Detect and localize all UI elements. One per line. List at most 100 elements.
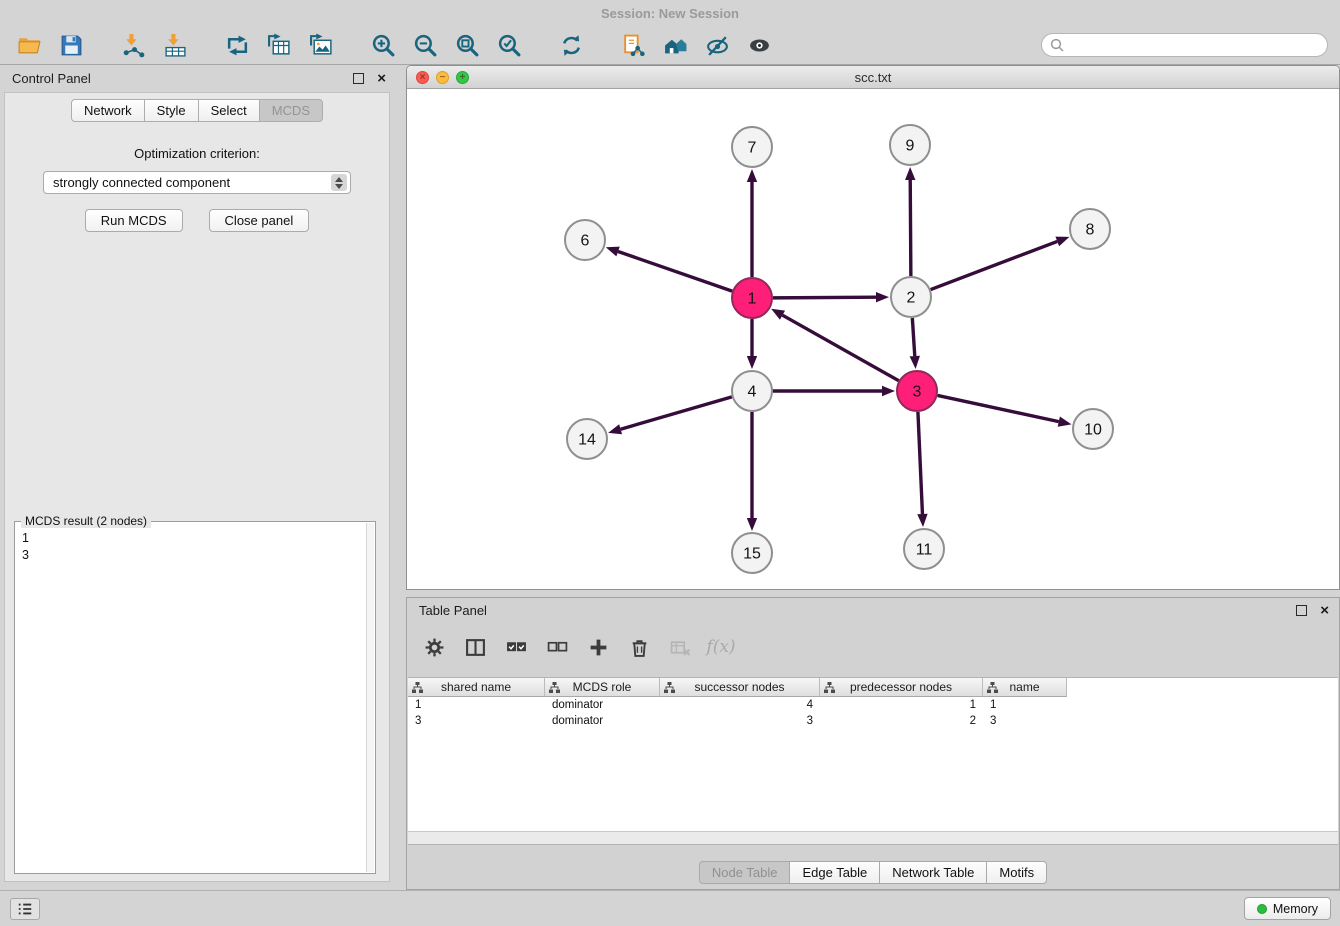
table-cell[interactable]: 3 [660, 713, 820, 729]
table-cell[interactable]: dominator [545, 713, 660, 729]
tab-select[interactable]: Select [198, 99, 260, 122]
column-sort-icon[interactable] [824, 682, 835, 696]
criterion-dropdown[interactable]: strongly connected component [43, 171, 351, 194]
column-sort-icon[interactable] [412, 682, 423, 696]
hide-details-button[interactable] [738, 29, 780, 62]
tab-network-table[interactable]: Network Table [879, 861, 987, 884]
graph-node-9[interactable]: 9 [890, 125, 930, 165]
graph-edge-1-6[interactable] [618, 251, 732, 291]
export-image-button[interactable] [300, 29, 342, 62]
table-row[interactable]: 1dominator411 [408, 697, 1338, 713]
graph-edge-arrowhead [608, 424, 622, 434]
graph-node-6[interactable]: 6 [565, 220, 605, 260]
import-network-button[interactable] [112, 29, 154, 62]
table-settings-button[interactable] [421, 634, 447, 660]
column-header-MCDS-role[interactable]: MCDS role [545, 678, 660, 697]
graph-edge-1-2[interactable] [773, 297, 876, 298]
graph-node-7[interactable]: 7 [732, 127, 772, 167]
graph-node-8[interactable]: 8 [1070, 209, 1110, 249]
column-sort-icon[interactable] [549, 682, 560, 696]
import-table-button[interactable] [154, 29, 196, 62]
memory-button[interactable]: Memory [1244, 897, 1331, 920]
table-cell[interactable]: 3 [408, 713, 545, 729]
select-all-columns-button[interactable] [503, 634, 529, 660]
graph-node-1[interactable]: 1 [732, 278, 772, 318]
close-panel-icon[interactable]: × [377, 73, 386, 84]
control-panel-header: Control Panel × [0, 65, 396, 92]
network-canvas[interactable]: 7 9 6 8 1 2 4 3 14 10 15 11 [407, 90, 1339, 589]
first-neighbors-button[interactable] [654, 29, 696, 62]
tab-node-table[interactable]: Node Table [699, 861, 791, 884]
tab-style[interactable]: Style [144, 99, 199, 122]
open-file-button[interactable] [8, 29, 50, 62]
float-panel-icon[interactable] [353, 73, 364, 84]
export-table-button[interactable] [258, 29, 300, 62]
window-maximize-icon[interactable] [456, 71, 469, 84]
delete-table-button[interactable] [667, 634, 693, 660]
graph-node-10[interactable]: 10 [1073, 409, 1113, 449]
table-cell[interactable]: 3 [983, 713, 1067, 729]
float-table-panel-icon[interactable] [1296, 605, 1307, 616]
global-search-input[interactable] [1068, 38, 1319, 53]
zoom-out-button[interactable] [404, 29, 446, 62]
network-cycle-button[interactable] [216, 29, 258, 62]
result-scrollbar[interactable] [366, 523, 374, 872]
column-visibility-button[interactable] [462, 634, 488, 660]
table-cell[interactable]: 2 [820, 713, 983, 729]
table-cell[interactable]: 1 [983, 697, 1067, 713]
column-header-name[interactable]: name [983, 678, 1067, 697]
graph-node-14[interactable]: 14 [567, 419, 607, 459]
graphics-details-button[interactable] [696, 29, 738, 62]
tab-network[interactable]: Network [71, 99, 145, 122]
graph-edge-2-8[interactable] [931, 241, 1058, 289]
table-cell[interactable]: 4 [660, 697, 820, 713]
svg-text:11: 11 [916, 542, 933, 559]
close-panel-button[interactable]: Close panel [209, 209, 310, 232]
graph-node-4[interactable]: 4 [732, 371, 772, 411]
column-header-predecessor-nodes[interactable]: predecessor nodes [820, 678, 983, 697]
window-minimize-icon[interactable] [436, 71, 449, 84]
toolbar-group-export [216, 29, 342, 62]
graph-edge-3-11[interactable] [918, 412, 923, 514]
refresh-view-button[interactable] [550, 29, 592, 62]
add-row-button[interactable] [585, 634, 611, 660]
graph-edge-2-3[interactable] [912, 318, 914, 356]
table-row[interactable]: 3dominator323 [408, 713, 1338, 729]
mcds-result-box[interactable]: MCDS result (2 nodes) 1 3 [14, 521, 376, 874]
graph-node-3[interactable]: 3 [897, 371, 937, 411]
tab-motifs[interactable]: Motifs [986, 861, 1047, 884]
graph-edge-3-1[interactable] [782, 315, 898, 381]
column-header-label: name [1009, 680, 1039, 694]
unselect-all-columns-button[interactable] [544, 634, 570, 660]
graph-node-15[interactable]: 15 [732, 533, 772, 573]
close-table-panel-icon[interactable]: × [1320, 605, 1329, 616]
tab-mcds[interactable]: MCDS [259, 99, 323, 122]
duplicate-network-button[interactable] [612, 29, 654, 62]
column-sort-icon[interactable] [987, 682, 998, 696]
task-history-button[interactable] [10, 898, 40, 920]
zoom-fit-button[interactable] [446, 29, 488, 62]
graph-node-11[interactable]: 11 [904, 529, 944, 569]
column-sort-icon[interactable] [664, 682, 675, 696]
column-header-successor-nodes[interactable]: successor nodes [660, 678, 820, 697]
table-cell[interactable]: dominator [545, 697, 660, 713]
mcds-result-value: 1 [22, 530, 375, 547]
column-header-shared-name[interactable]: shared name [408, 678, 545, 697]
graph-edge-3-10[interactable] [938, 395, 1059, 421]
graph-edge-4-14[interactable] [621, 397, 732, 429]
table-horizontal-scrollbar[interactable] [408, 831, 1338, 844]
svg-text:10: 10 [1084, 422, 1102, 439]
graph-node-2[interactable]: 2 [891, 277, 931, 317]
graph-edge-2-9[interactable] [910, 180, 911, 276]
window-close-icon[interactable] [416, 71, 429, 84]
delete-row-button[interactable] [626, 634, 652, 660]
zoom-in-button[interactable] [362, 29, 404, 62]
main-toolbar [0, 26, 1340, 65]
zoom-selected-button[interactable] [488, 29, 530, 62]
table-cell[interactable]: 1 [820, 697, 983, 713]
run-mcds-button[interactable]: Run MCDS [85, 209, 183, 232]
apply-function-button[interactable]: f(x) [708, 634, 734, 660]
table-cell[interactable]: 1 [408, 697, 545, 713]
save-session-button[interactable] [50, 29, 92, 62]
tab-edge-table[interactable]: Edge Table [789, 861, 880, 884]
